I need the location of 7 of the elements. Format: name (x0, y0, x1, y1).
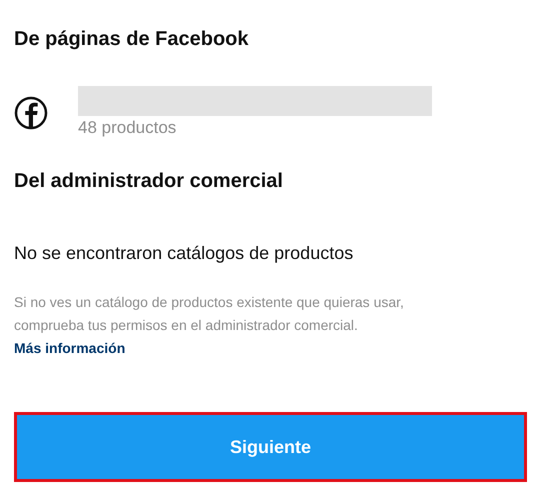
help-text: Si no ves un catálogo de productos existente que quieras usar, comprueba tus permisos en el administrador comercial. Más información (14, 293, 405, 358)
more-info-link[interactable]: Más información (14, 340, 126, 356)
empty-message: No se encontraron catálogos de productos (14, 242, 354, 265)
section-title: Del administrador comercial (14, 169, 284, 194)
facebook-icon (14, 96, 48, 130)
section-title: De páginas de Facebook (14, 27, 250, 52)
product-count: 48 productos (78, 117, 178, 139)
